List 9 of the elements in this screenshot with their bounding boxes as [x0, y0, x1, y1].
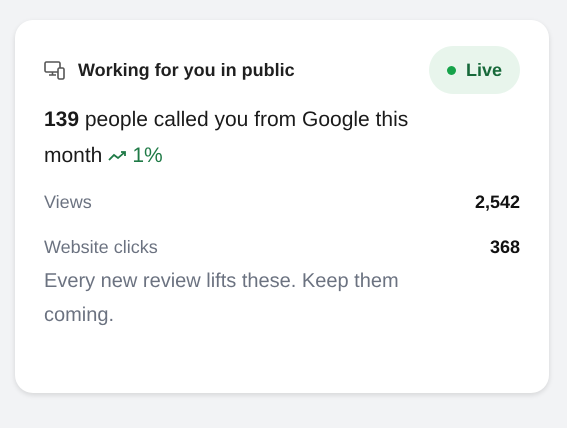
stat-value: 2,542 [474, 192, 520, 213]
status-badge: Live [428, 46, 520, 94]
note-text: Every new review lifts these. Keep them coming. [44, 269, 400, 328]
stat-label: Views [44, 192, 92, 213]
card-title: Working for you in public [78, 60, 295, 80]
devices-icon [44, 60, 66, 80]
stat-value: 368 [490, 237, 520, 258]
headline-text: 139 people called you from Google this month 1% [44, 107, 410, 169]
stat-label: Website clicks [44, 237, 158, 258]
